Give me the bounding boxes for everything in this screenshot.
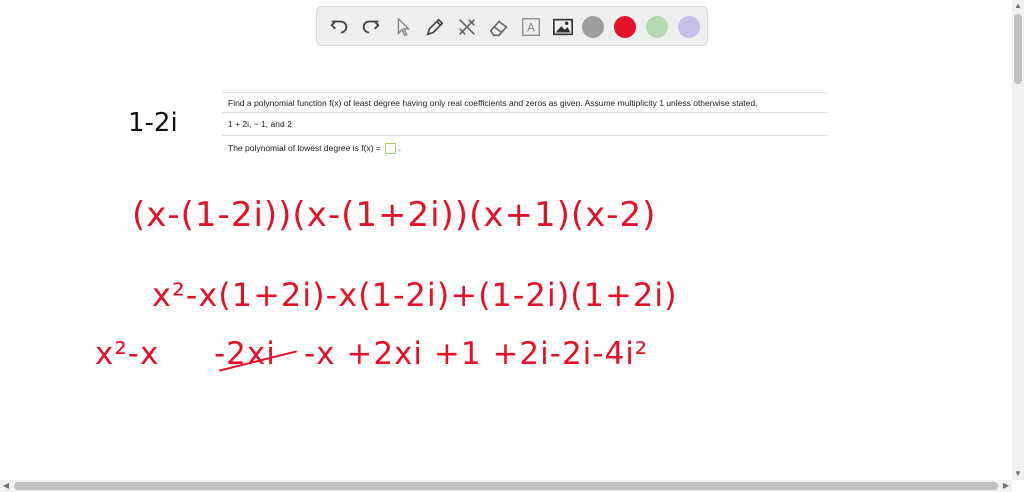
color-swatch-gray[interactable] xyxy=(582,16,604,38)
question-prompt: Find a polynomial function f(x) of least… xyxy=(228,98,758,108)
text-icon[interactable]: A xyxy=(519,15,543,39)
scroll-right-icon[interactable]: ▶ xyxy=(1000,480,1012,492)
answer-input[interactable] xyxy=(385,143,397,155)
answer-row: The polynomial of lowest degree is f(x) … xyxy=(228,143,401,155)
scroll-down-icon[interactable]: ▼ xyxy=(1012,468,1024,480)
handwritten-line-3-struck: -2xi xyxy=(214,336,276,372)
question-zeros: 1 + 2i, − 1, and 2 xyxy=(228,119,292,129)
image-icon[interactable] xyxy=(551,15,575,39)
question-mid-divider xyxy=(222,112,828,113)
color-swatch-purple[interactable] xyxy=(678,16,700,38)
eraser-icon[interactable] xyxy=(487,15,511,39)
tools-icon[interactable] xyxy=(455,15,479,39)
answer-label: The polynomial of lowest degree is f(x) … xyxy=(228,143,381,153)
handwritten-side-note: 1-2i xyxy=(128,108,178,138)
handwritten-line-1: (x-(1-2i))(x-(1+2i))(x+1)(x-2) xyxy=(132,195,657,235)
handwritten-line-3-end: -x +2xi +1 +2i-2i-4i² xyxy=(304,336,649,372)
handwritten-line-3-start: x²-x xyxy=(95,336,160,372)
pointer-icon[interactable] xyxy=(391,15,415,39)
pen-icon[interactable] xyxy=(423,15,447,39)
scroll-left-icon[interactable]: ◀ xyxy=(0,480,12,492)
color-swatch-green[interactable] xyxy=(646,16,668,38)
undo-icon[interactable] xyxy=(327,15,351,39)
vertical-scroll-thumb[interactable] xyxy=(1014,14,1022,84)
question-top-divider xyxy=(222,92,828,93)
color-swatch-red[interactable] xyxy=(614,16,636,38)
scroll-up-icon[interactable]: ▲ xyxy=(1012,0,1024,12)
question-bottom-divider xyxy=(222,135,828,136)
text-tool-glyph: A xyxy=(527,21,535,35)
handwritten-line-2: x²-x(1+2i)-x(1-2i)+(1-2i)(1+2i) xyxy=(152,276,678,314)
vertical-scrollbar[interactable]: ▲ ▼ xyxy=(1012,0,1024,480)
redo-icon[interactable] xyxy=(359,15,383,39)
horizontal-scrollbar[interactable]: ◀ ▶ xyxy=(0,480,1012,492)
answer-suffix: . xyxy=(398,143,401,153)
horizontal-scroll-thumb[interactable] xyxy=(14,482,998,490)
drawing-toolbar: A xyxy=(316,6,708,46)
